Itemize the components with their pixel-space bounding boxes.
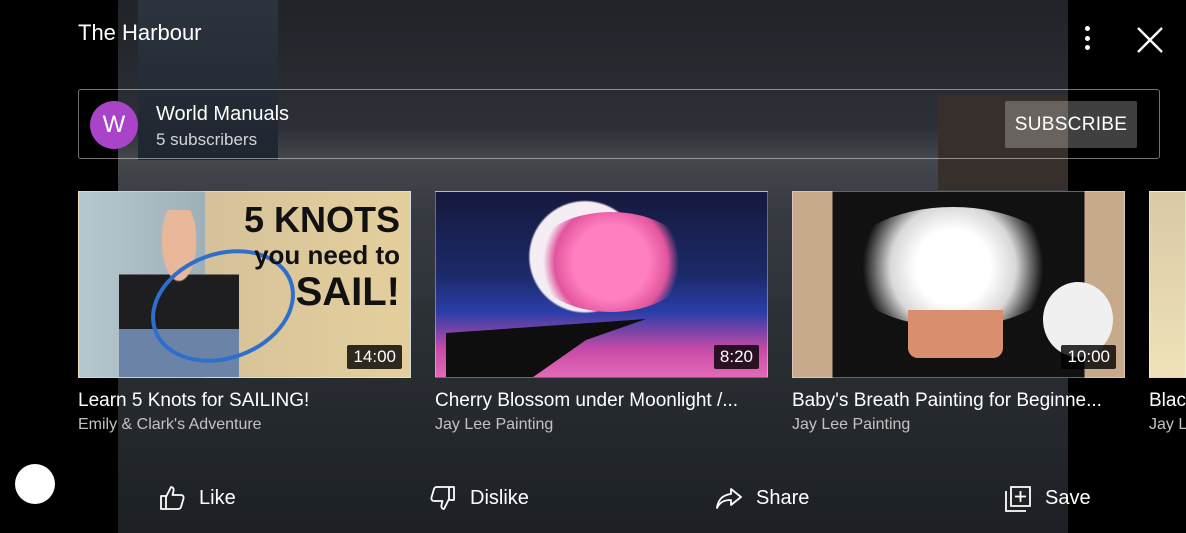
dislike-button[interactable]: Dislike [428,478,529,518]
share-label: Share [756,486,810,509]
video-thumbnail[interactable]: 5 KNOTS you need to SAIL! 14:00 [78,191,411,378]
video-card[interactable]: 10:00 Baby's Breath Painting for Beginne… [792,191,1125,434]
video-thumbnail[interactable]: 8:20 [435,191,768,378]
video-card-channel: Emily & Clark's Adventure [78,416,262,433]
video-card-channel: Jay Lee Painting [435,416,554,433]
video-card[interactable]: 8:20 Cherry Blossom under Moonlight /...… [435,191,768,434]
video-duration: 10:00 [1061,345,1116,369]
like-label: Like [199,486,236,509]
thumbs-up-icon [160,486,185,510]
video-card-channel: Jay L [1149,416,1186,433]
video-thumbnail[interactable]: 10:00 [792,191,1125,378]
video-card-title[interactable]: Blac [1149,390,1186,412]
video-duration: 14:00 [347,345,402,369]
subscribe-button[interactable]: SUBSCRIBE [1005,101,1137,148]
thumbnail-text: 5 KNOTS you need to SAIL! [243,199,400,314]
share-button[interactable]: Share [714,478,809,518]
channel-name[interactable]: World Manuals [156,103,289,126]
video-duration: 8:20 [713,345,759,369]
thumbnail-vase [908,310,1003,358]
video-card[interactable]: Blac Jay L [1149,191,1186,434]
save-label: Save [1045,486,1091,509]
thumbnail-blossom [531,212,691,312]
video-card-title[interactable]: Baby's Breath Painting for Beginne... [792,390,1125,412]
thumbnail-flowers [843,207,1063,327]
more-options-icon[interactable] [1074,22,1100,54]
thumbs-down-icon [430,486,455,510]
video-thumbnail[interactable] [1149,191,1186,378]
channel-avatar[interactable]: W [90,101,138,149]
like-button[interactable]: Like [157,478,236,518]
save-button[interactable]: Save [1003,478,1091,518]
thumbnail-cliff [446,319,646,377]
add-to-playlist-icon [1005,486,1031,512]
share-icon [716,488,742,509]
close-icon[interactable] [1134,24,1166,56]
video-title: The Harbour [78,20,202,45]
subscriber-count: 5 subscribers [156,130,258,149]
video-card-title[interactable]: Cherry Blossom under Moonlight /... [435,390,768,412]
video-card-channel: Jay Lee Painting [792,416,911,433]
video-end-screen: The Harbour W World Manuals 5 subscriber… [0,0,1186,533]
video-card-title[interactable]: Learn 5 Knots for SAILING! [78,390,411,412]
action-bar: Like Dislike Share Save [0,478,1186,518]
dislike-label: Dislike [470,486,529,509]
floating-home-button[interactable] [15,464,55,504]
channel-bar[interactable]: W World Manuals 5 subscribers SUBSCRIBE [78,89,1160,159]
video-card[interactable]: 5 KNOTS you need to SAIL! 14:00 Learn 5 … [78,191,411,434]
